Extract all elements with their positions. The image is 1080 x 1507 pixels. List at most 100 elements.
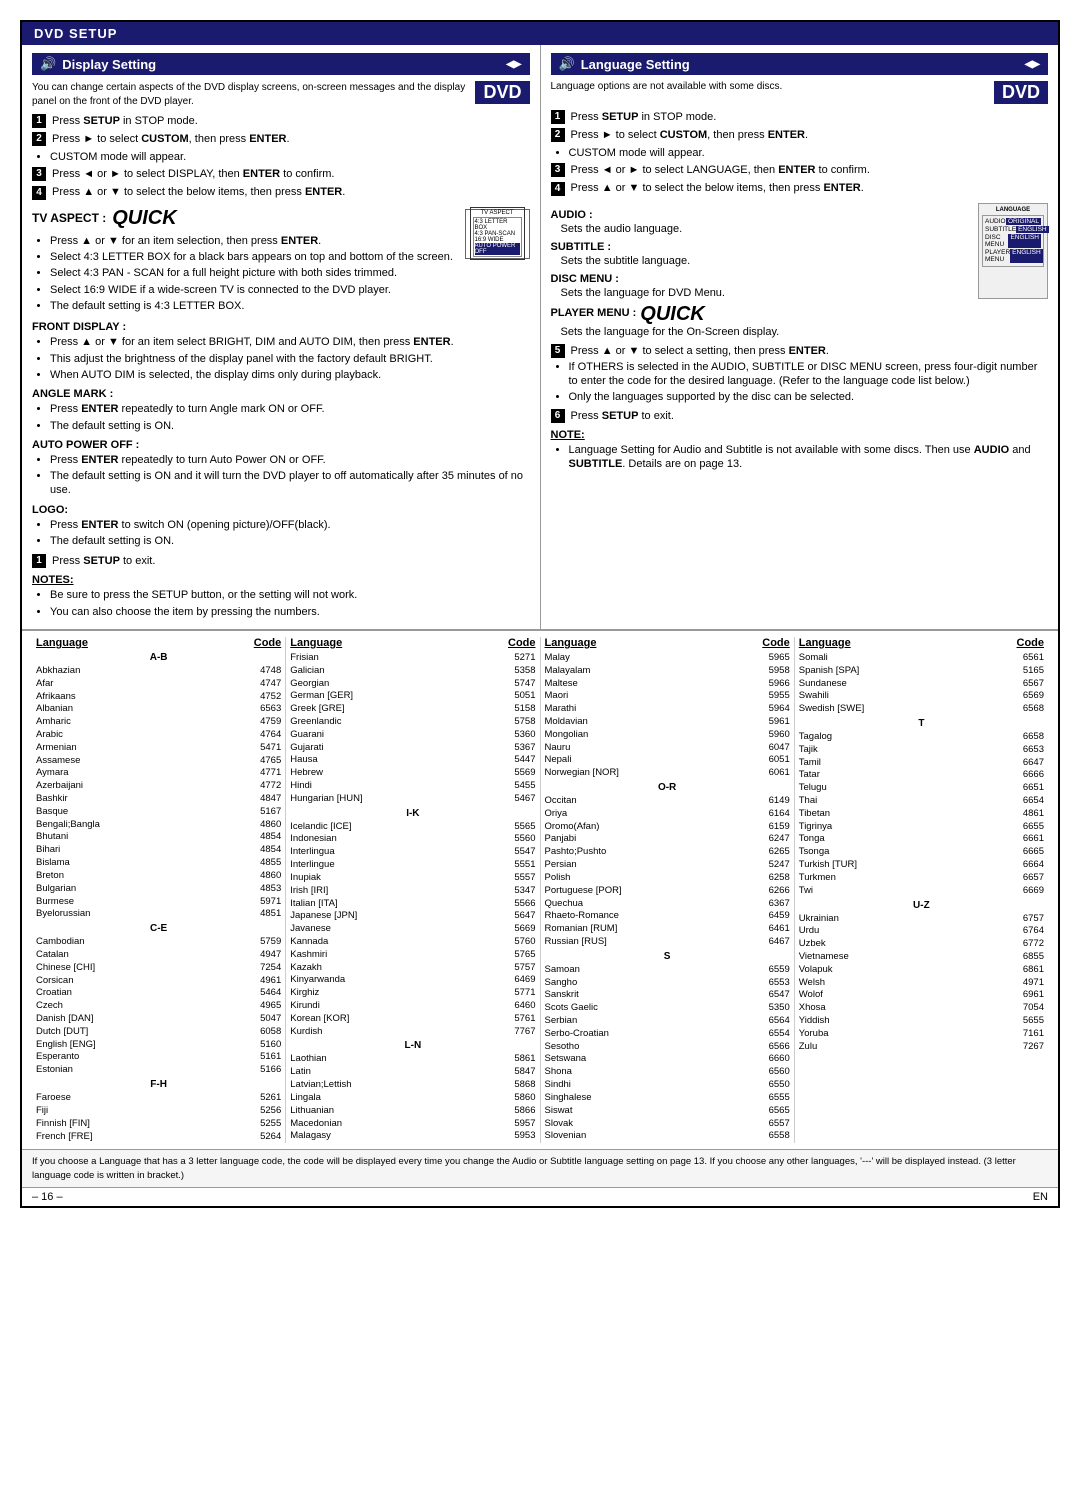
step-1-num: 1: [32, 114, 46, 128]
lang-step-1-num: 1: [551, 110, 565, 124]
angle-mark-subs: Press ENTER repeatedly to turn Angle mar…: [50, 402, 530, 433]
lang-entry: Tonga6661: [799, 833, 1044, 846]
lang-entry: Albanian6563: [36, 703, 281, 716]
tv-aspect-quick: QUICK: [112, 207, 176, 230]
dvd-setup-title: DVD SETUP: [34, 26, 117, 41]
lang-entry: Sindhi6550: [545, 1079, 790, 1092]
language-steps-list: 1 Press SETUP in STOP mode. 2 Press ► to…: [551, 110, 1049, 197]
lang-entry: Tajik6653: [799, 744, 1044, 757]
lang-entry: Greek [GRE]5158: [290, 703, 535, 716]
language-setting-title: Language Setting: [581, 57, 690, 72]
lang-entry: Nauru6047: [545, 742, 790, 755]
lang-entry: Setswana6660: [545, 1053, 790, 1066]
lang-entry: Bulgarian4853: [36, 883, 281, 896]
lang-entry: Kannada5760: [290, 936, 535, 949]
lang-entry: Vietnamese6855: [799, 951, 1044, 964]
lang-entry: Samoan6559: [545, 964, 790, 977]
dvd-setup-header: DVD SETUP: [22, 22, 1058, 45]
lang-entry: Gujarati5367: [290, 742, 535, 755]
disc-menu-sub: Sets the language for DVD Menu.: [561, 287, 971, 299]
lang-entry: Sanskrit6547: [545, 989, 790, 1002]
tv-aspect-section: TV ASPECT : QUICK Press ▲ or ▼ for an it…: [32, 207, 530, 315]
lang-entry: Shona6560: [545, 1066, 790, 1079]
lang-entry: Inupiak5557: [290, 872, 535, 885]
lang-entry: Oriya6164: [545, 808, 790, 821]
lang-entry: Indonesian5560: [290, 833, 535, 846]
lang-entry: Icelandic [ICE]5565: [290, 821, 535, 834]
lang-entry: Persian5247: [545, 859, 790, 872]
lang-entry: Pashto;Pushto6265: [545, 846, 790, 859]
front-display-title: FRONT DISPLAY :: [32, 321, 530, 333]
lang-entry: Ukrainian6757: [799, 913, 1044, 926]
lang-entry: Swahili6569: [799, 690, 1044, 703]
lang-entry: Armenian5471: [36, 742, 281, 755]
lang-entry: Irish [IRI]5347: [290, 885, 535, 898]
lang-entry: Twi6669: [799, 885, 1044, 898]
lang-entry: Burmese5971: [36, 896, 281, 909]
lang-step-5: 5 Press ▲ or ▼ to select a setting, then…: [551, 344, 1049, 405]
lang-entry: Interlingue5551: [290, 859, 535, 872]
display-notes-title: NOTES:: [32, 574, 530, 586]
language-note-section: NOTE: Language Setting for Audio and Sub…: [551, 429, 1049, 472]
lang-entry: Siswat6565: [545, 1105, 790, 1118]
language-dvd-badge: DVD: [994, 81, 1048, 104]
lang-entry: Abkhazian4748: [36, 665, 281, 678]
lang-entry: Amharic4759: [36, 716, 281, 729]
lang-section-divider: C-E: [36, 923, 281, 934]
lang-entry: Polish6258: [545, 872, 790, 885]
lang-entry: Yoruba7161: [799, 1028, 1044, 1041]
lang-entry: Kirghiz5771: [290, 987, 535, 1000]
lang-entry: Maltese5966: [545, 678, 790, 691]
lang-entry: Tsonga6665: [799, 846, 1044, 859]
lang-entry: French [FRE]5264: [36, 1131, 281, 1144]
front-display-section: FRONT DISPLAY : Press ▲ or ▼ for an item…: [32, 321, 530, 382]
lang-entry: Lingala5860: [290, 1092, 535, 1105]
lang-entry: Portuguese [POR]6266: [545, 885, 790, 898]
lang-section-divider: L-N: [290, 1040, 535, 1051]
lang-entry: Telugu6651: [799, 782, 1044, 795]
lang-col-3: LanguageCodeSomali6561Spanish [SPA]5165S…: [795, 637, 1048, 1143]
lang-entry: Kashmiri5765: [290, 949, 535, 962]
lang-section-divider: T: [799, 718, 1044, 729]
lang-entry: Hindi5455: [290, 780, 535, 793]
lang-options-note: Language options are not available with …: [551, 81, 1049, 92]
lang-entry: Faroese5261: [36, 1092, 281, 1105]
logo-title: LOGO:: [32, 504, 530, 516]
lang-entry: Singhalese6555: [545, 1092, 790, 1105]
display-steps-list: 1 Press SETUP in STOP mode. 2 Press ► to…: [32, 114, 530, 201]
step5-num: 1: [32, 554, 46, 568]
logo-subs: Press ENTER to switch ON (opening pictur…: [50, 518, 530, 549]
lang-step-1: 1 Press SETUP in STOP mode.: [551, 110, 1049, 125]
lang-entry: Occitan6149: [545, 795, 790, 808]
lang-entry: Hebrew5569: [290, 767, 535, 780]
lang-section-divider: O-R: [545, 782, 790, 793]
lang-entry: Arabic4764: [36, 729, 281, 742]
lang-entry: Galician5358: [290, 665, 535, 678]
lang-entry: Malayalam5958: [545, 665, 790, 678]
lang-step-4-num: 4: [551, 182, 565, 196]
lang-step-6: 6 Press SETUP to exit.: [551, 409, 1049, 423]
lang-step-4: 4 Press ▲ or ▼ to select the below items…: [551, 181, 1049, 196]
lang-entry: Xhosa7054: [799, 1002, 1044, 1015]
page-footer: – 16 – EN: [22, 1187, 1058, 1206]
en-label: EN: [1033, 1191, 1048, 1203]
player-menu-sub: Sets the language for the On-Screen disp…: [561, 326, 1049, 338]
lang-entry: Panjabi6247: [545, 833, 790, 846]
lang-entry: Afrikaans4752: [36, 691, 281, 704]
lang-entry: Byelorussian4851: [36, 908, 281, 921]
lang-step-3-num: 3: [551, 163, 565, 177]
lang-entry: Sundanese6567: [799, 678, 1044, 691]
front-display-subs: Press ▲ or ▼ for an item select BRIGHT, …: [50, 335, 530, 382]
lang-section-divider: S: [545, 951, 790, 962]
lang-entry: Frisian5271: [290, 652, 535, 665]
lang-entry: Somali6561: [799, 652, 1044, 665]
page-wrapper: DVD SETUP 🔊 Display Setting ◀▶ DVD You c…: [20, 20, 1060, 1208]
lang-entry: Nepali6051: [545, 754, 790, 767]
speaker2-icon: 🔊: [559, 56, 575, 72]
lang-entry: Slovak6557: [545, 1118, 790, 1131]
lang-entry: Chinese [CHI]7254: [36, 962, 281, 975]
lang-step6-num: 6: [551, 409, 565, 423]
lang-entry: English [ENG]5160: [36, 1039, 281, 1052]
lang-entry: Zulu7267: [799, 1041, 1044, 1054]
display-dvd-badge: DVD: [475, 81, 529, 104]
